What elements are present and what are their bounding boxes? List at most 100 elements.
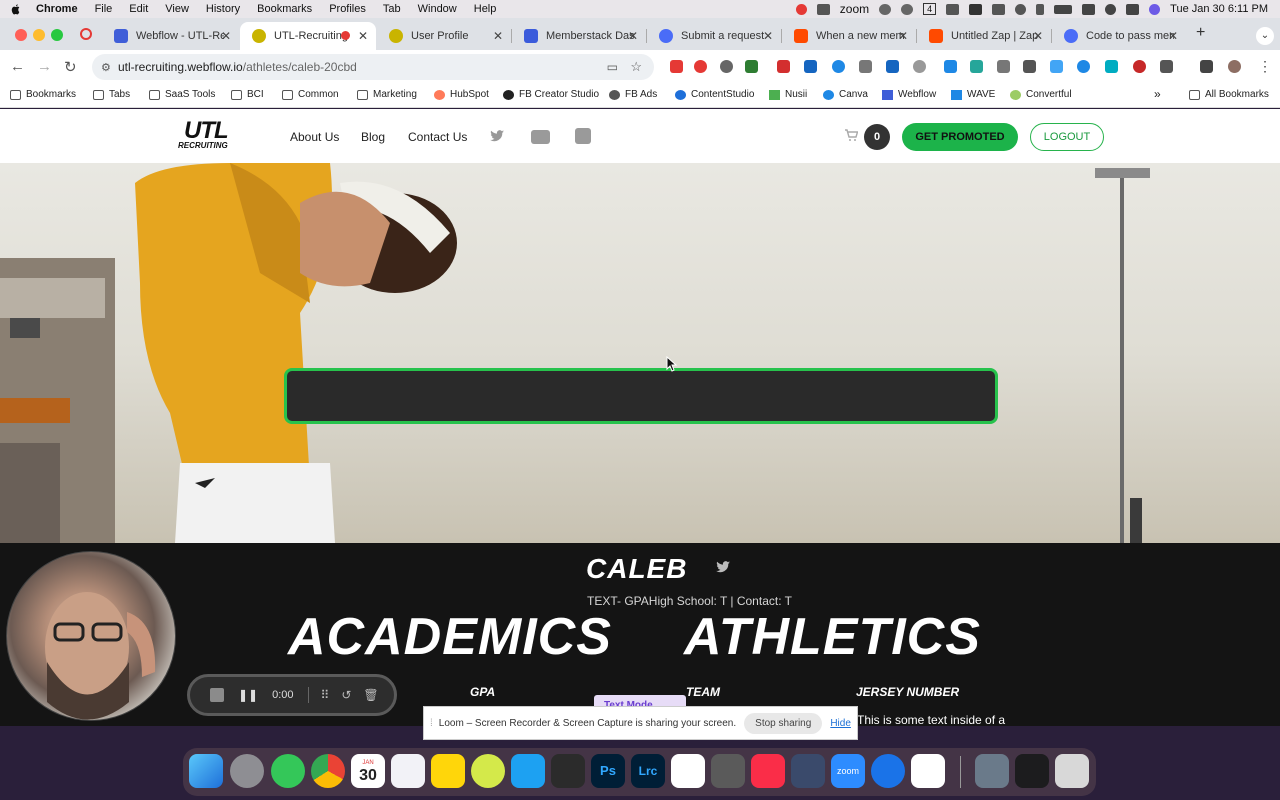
nav-contact-us[interactable]: Contact Us [408,130,467,144]
bookmark-folder-saas-tools[interactable]: SaaS Tools [149,89,215,100]
cart-count-badge[interactable]: 0 [864,124,890,150]
loom-stop-button[interactable] [210,688,224,702]
cast-icon[interactable] [946,3,960,15]
battery-icon[interactable] [1054,4,1073,14]
cart-icon[interactable] [844,128,858,142]
extension-pin-icon[interactable] [970,60,983,73]
messages-icon[interactable] [271,754,305,788]
extensions-puzzle-icon[interactable] [1160,60,1173,73]
trash-icon[interactable] [1055,754,1089,788]
bookmark-folder-tabs[interactable]: Tabs [93,89,130,100]
grammarly-tray-icon[interactable] [901,3,914,15]
music-icon[interactable] [751,754,785,788]
delete-icon[interactable]: 🗑 [363,688,378,702]
restart-icon[interactable]: ↺ [341,688,351,702]
tab-webflow[interactable]: Webflow - UTL-Re ✕ [102,22,239,50]
reminders-icon[interactable] [391,754,425,788]
finder-icon[interactable] [189,754,223,788]
menu-profiles[interactable]: Profiles [329,3,366,15]
chrome-menu-icon[interactable]: ⋮ [1258,58,1272,75]
address-bar[interactable]: ⚙ utl-recruiting.webflow.io/athletes/cal… [92,54,654,80]
close-icon[interactable]: ✕ [221,29,231,43]
menu-clock[interactable]: Tue Jan 30 6:11 PM [1170,3,1268,15]
close-icon[interactable]: ✕ [358,29,368,43]
extension-arrow-icon[interactable] [997,60,1010,73]
close-icon[interactable]: ✕ [1168,29,1178,43]
menu-file[interactable]: File [95,3,113,15]
zoom-menu-label[interactable]: zoom [840,2,869,16]
extension-tomato-icon[interactable] [1133,60,1146,73]
logout-button[interactable]: LOGOUT [1030,123,1104,151]
textedit-icon[interactable] [671,754,705,788]
side-panel-icon[interactable] [1200,60,1213,73]
twitter-icon[interactable] [489,128,505,144]
menu-tab[interactable]: Tab [383,3,401,15]
window-zoom-button[interactable] [51,29,63,41]
menu-history[interactable]: History [206,3,240,15]
extension-badge-icon[interactable] [670,60,683,73]
bookmark-canva[interactable]: Canva [823,89,868,100]
lightroom-icon[interactable]: Lrc [631,754,665,788]
forward-arrow-icon[interactable]: → [37,58,52,75]
tab-submit-request[interactable]: Submit a request – ✕ [647,22,781,50]
bookmark-folder-bookmarks[interactable]: Bookmarks [10,89,76,100]
close-icon[interactable]: ✕ [493,29,503,43]
extension-zoom-icon[interactable] [832,60,845,73]
tab-utl-recruiting[interactable]: UTL-Recruiting ✕ [240,22,376,50]
bookmark-folder-common[interactable]: Common [282,89,339,100]
tray-number-badge[interactable]: 4 [923,3,937,15]
bookmark-convertful[interactable]: Convertful [1010,89,1072,100]
bookmark-nusii[interactable]: Nusii [769,89,807,100]
bookmark-wave[interactable]: WAVE [951,89,995,100]
photoshop-icon[interactable]: Ps [591,754,625,788]
menu-bookmarks[interactable]: Bookmarks [257,3,312,15]
dropbox-icon[interactable] [511,754,545,788]
davinci-resolve-icon[interactable] [551,754,585,788]
nav-blog[interactable]: Blog [361,130,385,144]
hero-search-bar[interactable] [284,368,998,424]
rocket-icon[interactable] [992,3,1006,15]
close-icon[interactable]: ✕ [763,29,773,43]
bookmark-folder-marketing[interactable]: Marketing [357,89,417,100]
close-icon[interactable]: ✕ [1033,29,1043,43]
extension-play-icon[interactable] [1077,60,1090,73]
menu-chrome[interactable]: Chrome [36,3,78,15]
spotlight-icon[interactable] [1105,3,1117,15]
back-arrow-icon[interactable]: ← [10,58,25,75]
time-machine-icon[interactable] [1015,3,1027,15]
loom-pause-button[interactable]: ❚❚ [238,688,258,702]
wifi-icon[interactable] [1082,3,1096,15]
apple-icon[interactable] [10,3,22,15]
tab-code-to-pass[interactable]: Code to pass mem ✕ [1052,22,1186,50]
record-status-icon[interactable] [795,3,807,15]
close-icon[interactable]: ✕ [898,29,908,43]
hide-link[interactable]: Hide [830,718,851,729]
notes-icon[interactable] [431,754,465,788]
window-close-button[interactable] [15,29,27,41]
site-settings-icon[interactable]: ⚙ [101,61,111,74]
window-minimize-button[interactable] [33,29,45,41]
all-bookmarks-folder[interactable]: All Bookmarks [1189,89,1269,100]
athlete-twitter-icon[interactable] [713,559,733,575]
tab-memberstack[interactable]: Memberstack Dash ✕ [512,22,646,50]
loom-tray-icon[interactable] [879,3,892,15]
terminal-window-icon[interactable] [1015,754,1049,788]
close-icon[interactable]: ✕ [628,29,638,43]
1password-icon[interactable] [871,754,905,788]
extension-cursor-icon[interactable] [944,60,957,73]
extension-spin-icon[interactable] [1105,60,1118,73]
bookmark-fb-creator-studio[interactable]: FB Creator Studio [503,89,599,100]
extension-f-icon[interactable] [777,60,790,73]
slack-icon[interactable] [911,754,945,788]
loom-webcam-bubble[interactable] [6,551,176,721]
bluetooth-icon[interactable] [1036,3,1045,15]
drag-handle-icon[interactable]: ⠿ [321,688,330,702]
bookmark-star-icon[interactable]: ☆ [630,59,642,75]
reload-icon[interactable]: ↻ [64,58,77,76]
extension-screenshot-icon[interactable] [1023,60,1036,73]
bookmark-hubspot[interactable]: HubSpot [434,89,489,100]
calendar-icon[interactable]: JAN 30 [351,754,385,788]
extension-grammarly-icon[interactable] [720,60,733,73]
menu-view[interactable]: View [165,3,189,15]
bookmark-contentstudio[interactable]: ContentStudio [675,89,754,100]
